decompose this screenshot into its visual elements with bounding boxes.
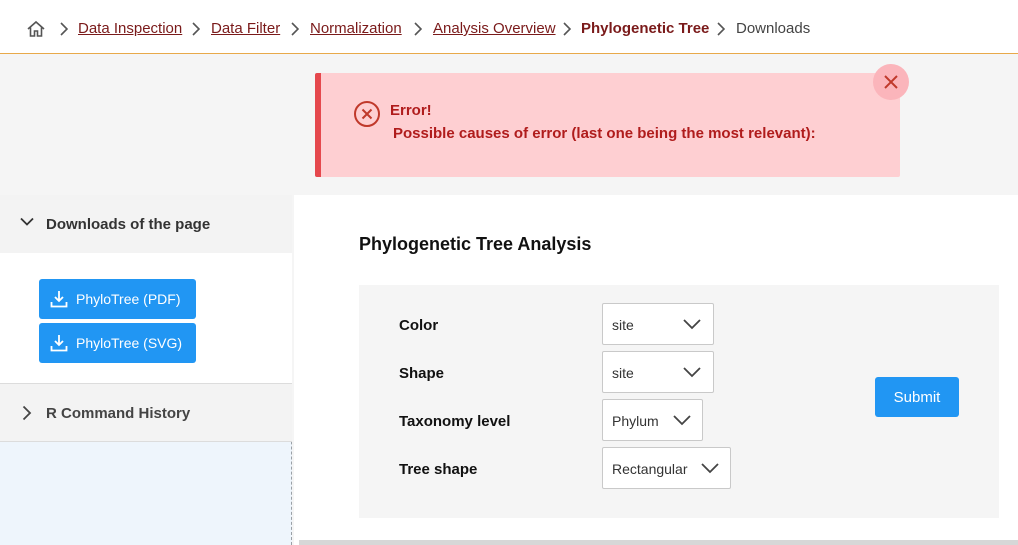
tree-shape-select-value: Rectangular xyxy=(612,461,688,477)
download-pdf-label: PhyloTree (PDF) xyxy=(76,291,181,307)
shape-select[interactable]: site xyxy=(602,351,714,393)
options-form: Color site Shape site Taxonomy level Phy… xyxy=(359,285,999,518)
close-icon xyxy=(884,75,898,89)
chevron-down-icon xyxy=(683,319,701,330)
download-icon xyxy=(50,335,68,352)
main-panel: Phylogenetic Tree Analysis Color site Sh… xyxy=(294,195,1018,545)
chevron-right-icon xyxy=(60,22,68,36)
breadcrumb-phylogenetic-tree[interactable]: Phylogenetic Tree xyxy=(581,20,709,38)
tree-shape-label: Tree shape xyxy=(399,461,478,478)
taxonomy-level-select-value: Phylum xyxy=(612,413,659,429)
color-select[interactable]: site xyxy=(602,303,714,345)
downloads-accordion-header[interactable]: Downloads of the page xyxy=(0,195,292,253)
alert-title: Error! xyxy=(390,102,432,119)
download-phylotree-pdf-button[interactable]: PhyloTree (PDF) xyxy=(39,279,196,319)
home-icon[interactable] xyxy=(26,19,46,39)
downloads-accordion-title: Downloads of the page xyxy=(46,216,211,233)
alert-close-button[interactable] xyxy=(873,64,909,100)
r-command-history-accordion-header[interactable]: R Command History xyxy=(0,384,292,442)
chevron-right-icon xyxy=(717,22,725,36)
breadcrumb: Data Inspection Data Filter Normalizatio… xyxy=(0,0,1018,54)
breadcrumb-data-filter[interactable]: Data Filter xyxy=(211,20,280,38)
downloads-accordion-body: PhyloTree (PDF) PhyloTree (SVG) xyxy=(0,253,292,384)
chevron-down-icon xyxy=(701,463,719,474)
submit-label: Submit xyxy=(893,389,941,406)
page-title: Phylogenetic Tree Analysis xyxy=(359,234,592,254)
color-select-value: site xyxy=(612,317,634,333)
breadcrumb-analysis-overview[interactable]: Analysis Overview xyxy=(433,20,556,38)
taxonomy-level-label: Taxonomy level xyxy=(399,413,511,430)
chevron-right-icon xyxy=(291,22,299,36)
chevron-right-icon xyxy=(192,22,200,36)
breadcrumb-downloads: Downloads xyxy=(736,20,811,37)
sidebar: Downloads of the page PhyloTree (PDF) Ph… xyxy=(0,195,292,545)
download-svg-label: PhyloTree (SVG) xyxy=(76,335,183,351)
shape-label: Shape xyxy=(399,365,445,382)
chevron-down-icon xyxy=(20,217,34,226)
shape-select-value: site xyxy=(612,365,634,381)
download-icon xyxy=(50,291,68,308)
taxonomy-level-select[interactable]: Phylum xyxy=(602,399,703,441)
main-panel-divider xyxy=(299,540,1018,545)
chevron-right-icon xyxy=(563,22,571,36)
tree-shape-select[interactable]: Rectangular xyxy=(602,447,731,489)
chevron-down-icon xyxy=(673,415,691,426)
chevron-right-icon xyxy=(414,22,422,36)
chevron-right-icon xyxy=(22,405,32,421)
alert-message: Possible causes of error (last one being… xyxy=(393,125,816,142)
error-alert: Error! Possible causes of error (last on… xyxy=(315,73,900,177)
chevron-down-icon xyxy=(683,367,701,378)
submit-button[interactable]: Submit xyxy=(875,377,959,417)
color-label: Color xyxy=(399,317,439,334)
error-circle-icon xyxy=(354,101,380,127)
breadcrumb-data-inspection[interactable]: Data Inspection xyxy=(78,20,182,38)
r-command-history-title: R Command History xyxy=(46,405,191,422)
download-phylotree-svg-button[interactable]: PhyloTree (SVG) xyxy=(39,323,196,363)
breadcrumb-normalization[interactable]: Normalization xyxy=(310,20,402,38)
